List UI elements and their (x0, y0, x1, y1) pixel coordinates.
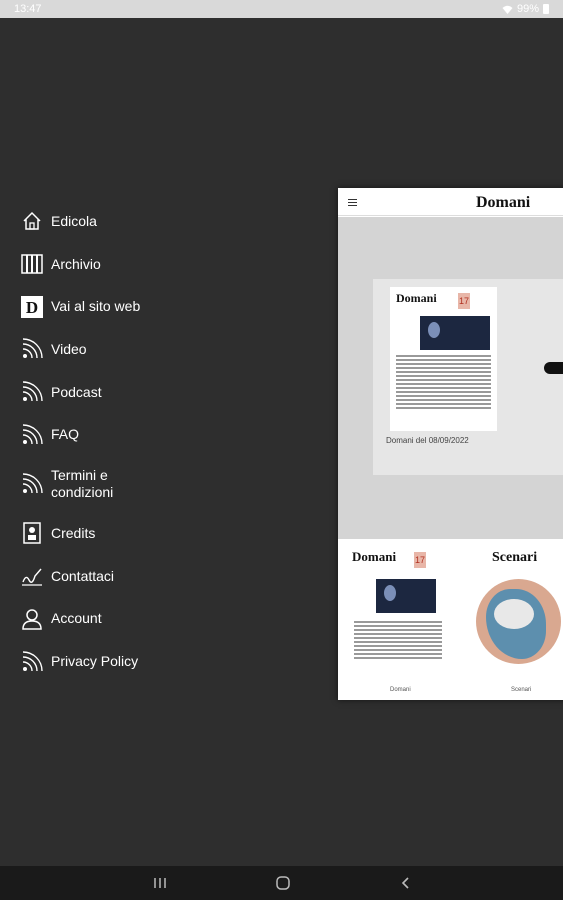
user-icon (20, 607, 44, 631)
thumbnails-row: Domani 17 Domani Scenari Scenari (338, 539, 563, 700)
domani-d-icon: D (20, 295, 44, 319)
menu-item-faq[interactable]: FAQ (20, 413, 280, 456)
menu-item-contattaci[interactable]: Contattaci (20, 555, 280, 598)
featured-issue[interactable]: Domani 17 Domani del 08/09/2022 (373, 279, 563, 475)
menu-item-archivio[interactable]: Archivio (20, 243, 280, 286)
rss-icon (20, 380, 44, 404)
cover-title: Domani (396, 291, 437, 305)
rss-icon (20, 650, 44, 674)
back-icon (401, 877, 409, 889)
menu-item-video[interactable]: Video (20, 328, 280, 371)
thumb-domani[interactable]: Domani 17 (348, 546, 443, 671)
status-time: 13:47 (14, 3, 42, 15)
hamburger-icon[interactable] (348, 199, 357, 208)
thumb-label: Domani (390, 687, 411, 693)
status-indicators: 99% (502, 3, 549, 15)
menu-label: Podcast (51, 383, 102, 400)
signature-icon (20, 564, 44, 588)
carousel-handle[interactable] (544, 362, 563, 374)
home-button[interactable] (273, 874, 293, 892)
thumb-number: 17 (414, 552, 426, 568)
rss-icon (20, 337, 44, 361)
cover-photo (420, 316, 490, 350)
home-circle-icon (276, 876, 290, 890)
menu-item-sito-web[interactable]: D Vai al sito web (20, 285, 280, 328)
badge-icon (20, 521, 44, 545)
menu-label: Privacy Policy (51, 653, 139, 670)
thumb-title: Domani (352, 549, 397, 564)
thumb-scenari[interactable]: Scenari (466, 546, 561, 671)
menu-label: Credits (51, 524, 96, 541)
menu-label: Contattaci (51, 567, 115, 584)
menu-label: Video (51, 340, 87, 357)
back-button[interactable] (396, 874, 416, 892)
wifi-icon (502, 5, 513, 14)
app-preview[interactable]: Domani Domani 17 Domani del 08/09/2022 D… (338, 188, 563, 700)
preview-topbar: Domani (338, 188, 563, 216)
recent-apps-icon (154, 878, 166, 888)
side-menu: Edicola Archivio D Vai al sito web Video… (20, 200, 280, 683)
battery-percent: 99% (516, 3, 539, 15)
thumb-label: Scenari (511, 687, 532, 693)
menu-label: FAQ (51, 426, 80, 443)
menu-label: Edicola (51, 212, 97, 229)
rss-icon (20, 423, 44, 447)
svg-text:D: D (26, 298, 38, 317)
menu-item-account[interactable]: Account (20, 598, 280, 641)
thumb-title: Scenari (492, 550, 538, 565)
recent-apps-button[interactable] (150, 874, 170, 892)
preview-main: Domani 17 Domani del 08/09/2022 (338, 217, 563, 539)
system-nav-bar (0, 866, 563, 900)
menu-item-edicola[interactable]: Edicola (20, 200, 280, 243)
cover-text-lines (396, 355, 491, 411)
menu-item-privacy[interactable]: Privacy Policy (20, 640, 280, 683)
brand-logo: Domani (476, 194, 531, 211)
rss-icon (20, 472, 44, 496)
issue-cover[interactable]: Domani 17 (390, 287, 497, 431)
menu-label: Archivio (51, 255, 101, 272)
globe-image (476, 579, 561, 664)
menu-label: Termini e (51, 467, 108, 484)
archive-icon (20, 252, 44, 276)
menu-item-termini[interactable]: Termini e condizioni (20, 456, 280, 512)
cover-number: 17 (458, 293, 470, 309)
home-icon (20, 209, 44, 233)
issue-caption: Domani del 08/09/2022 (386, 436, 469, 445)
menu-label: Vai al sito web (51, 298, 141, 315)
thumb-photo (376, 579, 436, 613)
menu-label: Account (51, 610, 102, 627)
thumb-text-lines (354, 621, 442, 661)
status-bar: 13:47 99% (0, 0, 563, 18)
menu-label-group: Termini e condizioni (51, 467, 113, 501)
battery-icon (543, 4, 549, 14)
menu-item-podcast[interactable]: Podcast (20, 371, 280, 414)
menu-item-credits[interactable]: Credits (20, 512, 280, 555)
menu-label: condizioni (51, 484, 114, 501)
